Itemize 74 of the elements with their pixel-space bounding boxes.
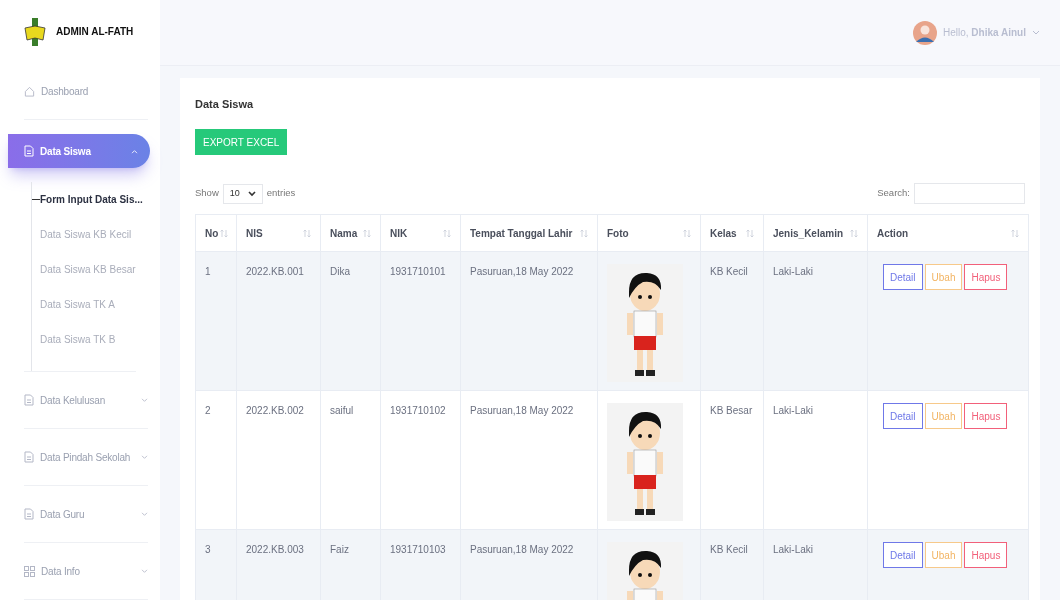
export-excel-button[interactable]: EXPORT EXCEL: [195, 129, 288, 155]
entries-label: entries: [266, 186, 296, 201]
sort-icon[interactable]: [580, 228, 588, 238]
detail-button[interactable]: Detail: [883, 264, 923, 290]
column-header[interactable]: Foto: [607, 225, 629, 241]
table-cell: 2022.KB.001: [236, 251, 321, 391]
detail-button[interactable]: Detail: [883, 403, 923, 429]
home-icon: [24, 85, 35, 97]
entries-select[interactable]: 10: [222, 183, 263, 204]
sort-icon[interactable]: [850, 228, 858, 238]
sidebar-item[interactable]: Data Siswa: [8, 134, 150, 168]
card-title: Data Siswa: [195, 97, 255, 112]
sort-icon[interactable]: [303, 228, 311, 238]
table-cell: 3: [195, 529, 237, 600]
search-field[interactable]: [914, 183, 1025, 204]
table-cell: Laki-Laki: [763, 390, 868, 530]
table-cell: 1931710101: [380, 251, 461, 391]
chevron-down-icon[interactable]: [247, 190, 256, 197]
sidebar-item[interactable]: Data Pindah Sekolah: [24, 429, 148, 485]
delete-button[interactable]: Hapus: [964, 264, 1008, 290]
table-cell: Laki-Laki: [763, 251, 868, 391]
sort-icon[interactable]: [220, 228, 229, 238]
show-label: Show: [195, 186, 219, 201]
table-cell: saiful: [320, 390, 381, 530]
table-cell: 2022.KB.002: [236, 390, 321, 530]
document-icon: [24, 394, 34, 406]
column-header[interactable]: Nama: [330, 225, 358, 241]
table-cell: Pasuruan,18 May 2022: [460, 251, 598, 391]
table-cell: Dika: [320, 251, 381, 391]
grid-icon: [24, 565, 35, 577]
avatar-icon: [913, 20, 937, 45]
sidebar-item[interactable]: Data Kelulusan: [24, 372, 148, 428]
sort-icon[interactable]: [443, 228, 451, 238]
submenu-item[interactable]: Data Siswa TK B: [40, 332, 116, 347]
sidebar-item[interactable]: Data Guru: [24, 486, 148, 542]
column-header[interactable]: No: [205, 225, 219, 241]
search-label: Search:: [877, 186, 910, 201]
column-header[interactable]: NIS: [246, 225, 263, 241]
table-cell: KB Besar: [700, 390, 764, 530]
column-header[interactable]: Action: [877, 225, 909, 241]
sort-icon[interactable]: [746, 228, 754, 238]
document-icon: [24, 451, 34, 463]
edit-button[interactable]: Ubah: [924, 542, 963, 568]
submenu-item[interactable]: Data Siswa KB Besar: [40, 262, 136, 277]
submenu-item[interactable]: Form Input Data Sis...: [40, 192, 143, 207]
chevron-down-icon: [141, 511, 148, 517]
sort-icon[interactable]: [683, 228, 691, 238]
table-cell: KB Kecil: [700, 251, 764, 391]
table-cell: 2: [195, 390, 237, 530]
edit-button[interactable]: Ubah: [924, 264, 963, 290]
chevron-down-icon: [141, 568, 148, 574]
table-cell: 1931710102: [380, 390, 461, 530]
delete-button[interactable]: Hapus: [964, 403, 1008, 429]
document-icon: [24, 145, 34, 157]
edit-button[interactable]: Ubah: [924, 403, 963, 429]
logo-icon: [24, 17, 46, 46]
sidebar-item[interactable]: Dashboard: [24, 63, 148, 119]
column-header[interactable]: Kelas: [710, 225, 737, 241]
chevron-down-icon: [141, 397, 148, 403]
sort-icon[interactable]: [363, 228, 371, 238]
column-header[interactable]: NIK: [390, 225, 408, 241]
brand-title: ADMIN AL-FATH: [56, 25, 134, 39]
table-cell: 1: [195, 251, 237, 391]
submenu-item[interactable]: Data Siswa KB Kecil: [40, 227, 132, 242]
delete-button[interactable]: Hapus: [964, 542, 1008, 568]
submenu-item[interactable]: Data Siswa TK A: [40, 297, 115, 312]
chevron-down-icon: [141, 454, 148, 460]
user-greeting[interactable]: Hello, Dhika Ainul: [943, 25, 1026, 40]
sort-icon[interactable]: [1011, 228, 1019, 238]
sidebar-item[interactable]: Data Info: [24, 543, 148, 599]
table-cell: Pasuruan,18 May 2022: [460, 390, 598, 530]
detail-button[interactable]: Detail: [883, 542, 923, 568]
document-icon: [24, 508, 34, 520]
chevron-up-icon: [131, 148, 138, 154]
